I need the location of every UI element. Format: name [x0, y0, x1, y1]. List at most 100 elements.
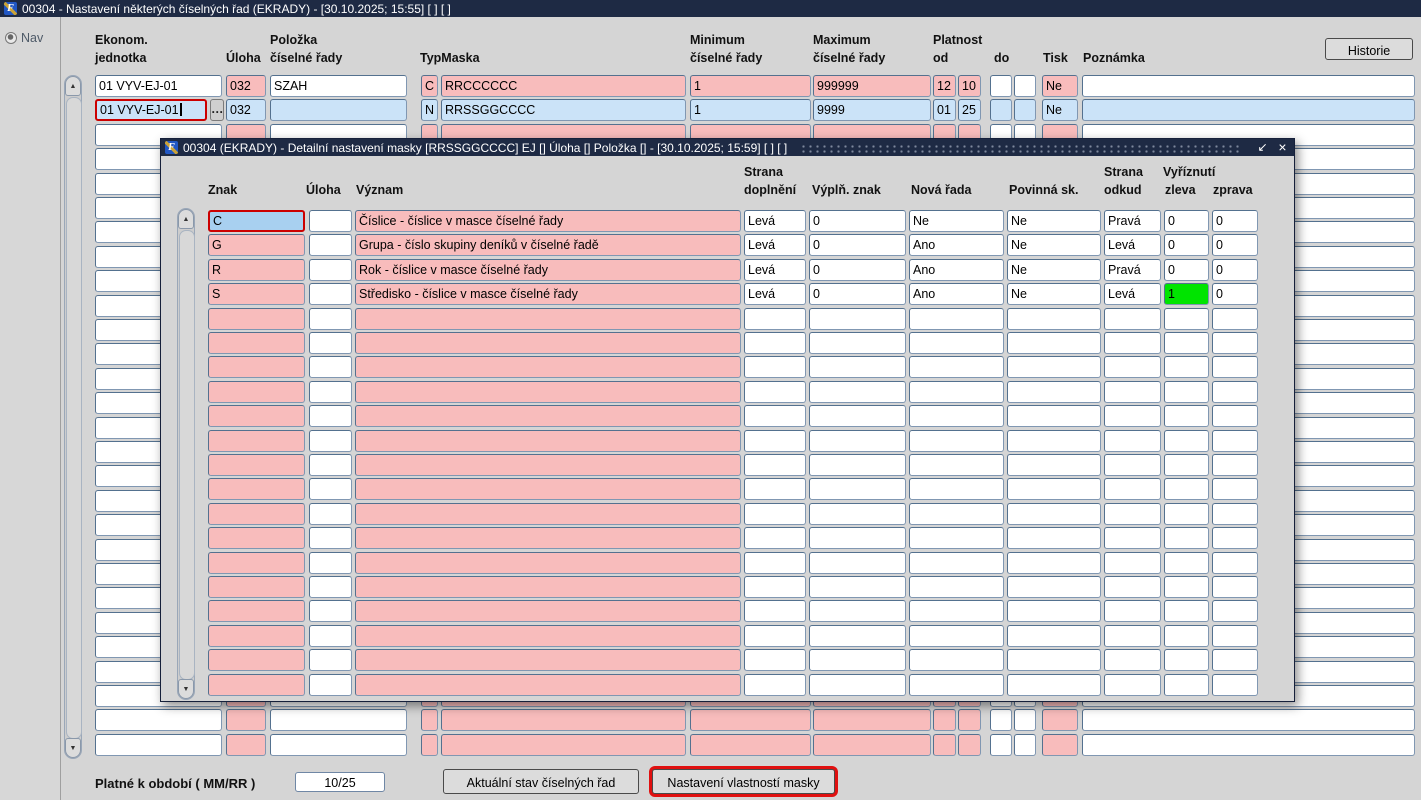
- modal-cell-vypln_znak[interactable]: [809, 430, 906, 452]
- modal-cell-nova_rada[interactable]: [909, 430, 1004, 452]
- modal-cell-uloha[interactable]: [309, 430, 352, 452]
- modal-cell-znak[interactable]: [208, 552, 305, 574]
- modal-cell-zleva[interactable]: [1164, 503, 1209, 525]
- modal-cell-strana_doplneni[interactable]: Levá: [744, 234, 806, 256]
- modal-cell-nova_rada[interactable]: [909, 381, 1004, 403]
- modal-cell-znak[interactable]: [208, 381, 305, 403]
- cell-poznamka[interactable]: [1082, 75, 1415, 97]
- modal-cell-zprava[interactable]: [1212, 576, 1258, 598]
- modal-cell-povinna_sk[interactable]: Ne: [1007, 259, 1101, 281]
- cell-max[interactable]: 999999: [813, 75, 931, 97]
- modal-cell-zleva[interactable]: [1164, 625, 1209, 647]
- modal-cell-zprava[interactable]: [1212, 527, 1258, 549]
- modal-cell-nova_rada[interactable]: [909, 625, 1004, 647]
- modal-cell-nova_rada[interactable]: [909, 600, 1004, 622]
- modal-cell-strana_odkud[interactable]: [1104, 308, 1161, 330]
- modal-cell-vypln_znak[interactable]: [809, 454, 906, 476]
- cell-typ[interactable]: N: [421, 99, 438, 121]
- modal-cell-strana_doplneni[interactable]: [744, 381, 806, 403]
- modal-cell-vyznam[interactable]: [355, 649, 741, 671]
- modal-cell-vypln_znak[interactable]: 0: [809, 259, 906, 281]
- modal-cell-vypln_znak[interactable]: 0: [809, 210, 906, 232]
- modal-cell-vyznam[interactable]: [355, 600, 741, 622]
- modal-cell-zprava[interactable]: [1212, 454, 1258, 476]
- modal-cell-vyznam[interactable]: Rok - číslice v masce číselné řady: [355, 259, 741, 281]
- modal-cell-nova_rada[interactable]: [909, 405, 1004, 427]
- modal-cell-nova_rada[interactable]: [909, 552, 1004, 574]
- cell-polozka[interactable]: [270, 99, 407, 121]
- cell-do2[interactable]: [1014, 734, 1036, 756]
- modal-cell-uloha[interactable]: [309, 576, 352, 598]
- modal-cell-zleva[interactable]: 1: [1164, 283, 1209, 305]
- modal-cell-strana_odkud[interactable]: Pravá: [1104, 259, 1161, 281]
- modal-cell-vyznam[interactable]: [355, 332, 741, 354]
- modal-cell-strana_doplneni[interactable]: [744, 625, 806, 647]
- modal-scrollbar[interactable]: ▲ ▼: [177, 208, 195, 700]
- modal-cell-povinna_sk[interactable]: [1007, 527, 1101, 549]
- cell-od1[interactable]: [933, 709, 956, 731]
- modal-cell-vyznam[interactable]: [355, 527, 741, 549]
- modal-cell-zprava[interactable]: [1212, 405, 1258, 427]
- modal-cell-vypln_znak[interactable]: [809, 332, 906, 354]
- cell-ekonom[interactable]: [95, 709, 222, 731]
- modal-cell-strana_doplneni[interactable]: [744, 454, 806, 476]
- cell-maska[interactable]: RRSSGGCCCC: [441, 99, 686, 121]
- modal-cell-vypln_znak[interactable]: [809, 503, 906, 525]
- cell-max[interactable]: [813, 709, 931, 731]
- cell-min[interactable]: [690, 734, 811, 756]
- modal-cell-zprava[interactable]: [1212, 503, 1258, 525]
- cell-maska[interactable]: [441, 709, 686, 731]
- modal-cell-znak[interactable]: C: [208, 210, 305, 232]
- modal-cell-uloha[interactable]: [309, 600, 352, 622]
- modal-cell-zleva[interactable]: [1164, 600, 1209, 622]
- modal-cell-znak[interactable]: R: [208, 259, 305, 281]
- cell-maska[interactable]: [441, 734, 686, 756]
- modal-cell-strana_odkud[interactable]: [1104, 600, 1161, 622]
- modal-scroll-down-icon[interactable]: ▼: [178, 679, 194, 699]
- modal-cell-povinna_sk[interactable]: [1007, 405, 1101, 427]
- modal-cell-znak[interactable]: [208, 308, 305, 330]
- cell-min[interactable]: 1: [690, 99, 811, 121]
- modal-cell-strana_odkud[interactable]: [1104, 503, 1161, 525]
- modal-cell-uloha[interactable]: [309, 674, 352, 696]
- modal-cell-zleva[interactable]: [1164, 405, 1209, 427]
- modal-cell-vypln_znak[interactable]: [809, 576, 906, 598]
- modal-cell-uloha[interactable]: [309, 552, 352, 574]
- modal-cell-zleva[interactable]: 0: [1164, 210, 1209, 232]
- main-scrollbar[interactable]: ▲ ▼: [64, 75, 82, 759]
- modal-cell-znak[interactable]: [208, 430, 305, 452]
- modal-cell-povinna_sk[interactable]: [1007, 649, 1101, 671]
- modal-cell-strana_odkud[interactable]: [1104, 576, 1161, 598]
- modal-cell-zprava[interactable]: 0: [1212, 283, 1258, 305]
- main-scrollbar-thumb[interactable]: [66, 97, 82, 739]
- modal-cell-vypln_znak[interactable]: [809, 356, 906, 378]
- cell-polozka[interactable]: SZAH: [270, 75, 407, 97]
- scroll-up-icon[interactable]: ▲: [65, 76, 81, 96]
- cell-od2[interactable]: 10: [958, 75, 981, 97]
- modal-cell-povinna_sk[interactable]: Ne: [1007, 210, 1101, 232]
- modal-cell-strana_doplneni[interactable]: Levá: [744, 259, 806, 281]
- scroll-down-icon[interactable]: ▼: [65, 738, 81, 758]
- modal-cell-nova_rada[interactable]: [909, 332, 1004, 354]
- cell-typ[interactable]: [421, 734, 438, 756]
- close-icon[interactable]: ×: [1275, 140, 1290, 155]
- modal-cell-zleva[interactable]: [1164, 356, 1209, 378]
- modal-cell-strana_odkud[interactable]: [1104, 356, 1161, 378]
- modal-cell-vypln_znak[interactable]: [809, 308, 906, 330]
- modal-cell-vypln_znak[interactable]: 0: [809, 234, 906, 256]
- modal-cell-vyznam[interactable]: [355, 576, 741, 598]
- modal-cell-nova_rada[interactable]: [909, 527, 1004, 549]
- cell-do2[interactable]: [1014, 99, 1036, 121]
- modal-cell-znak[interactable]: G: [208, 234, 305, 256]
- modal-cell-povinna_sk[interactable]: [1007, 576, 1101, 598]
- modal-cell-vyznam[interactable]: [355, 430, 741, 452]
- modal-cell-uloha[interactable]: [309, 405, 352, 427]
- cell-ekonom[interactable]: [95, 734, 222, 756]
- cell-do1[interactable]: [990, 734, 1012, 756]
- modal-cell-zprava[interactable]: 0: [1212, 259, 1258, 281]
- modal-cell-znak[interactable]: [208, 576, 305, 598]
- modal-cell-povinna_sk[interactable]: [1007, 430, 1101, 452]
- cell-max[interactable]: 9999: [813, 99, 931, 121]
- modal-cell-zprava[interactable]: [1212, 356, 1258, 378]
- modal-cell-nova_rada[interactable]: [909, 503, 1004, 525]
